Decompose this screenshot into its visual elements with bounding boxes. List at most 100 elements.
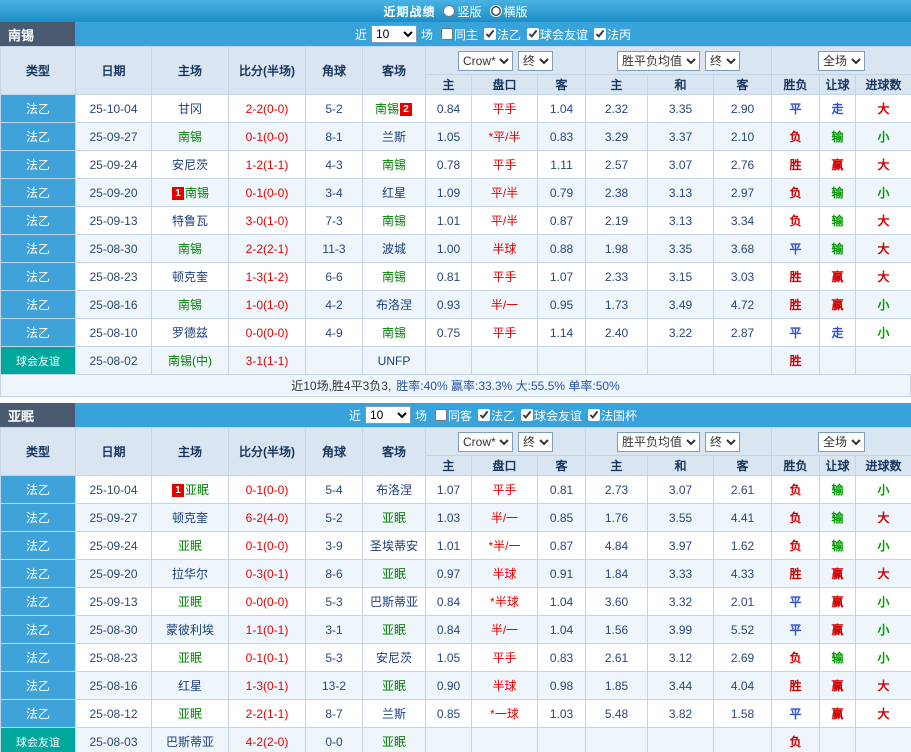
checkbox-input[interactable]	[527, 28, 540, 40]
handicap-line: 平手	[471, 150, 538, 179]
checkbox-input[interactable]	[434, 409, 447, 421]
goals-result: 大	[855, 94, 911, 123]
avg-odds-select[interactable]: 胜平负均值	[617, 431, 701, 452]
match-type: 法乙	[0, 122, 76, 151]
away-team-cell: 兰斯	[362, 122, 426, 151]
handicap-result: 输	[819, 475, 857, 504]
goals-result: 小	[855, 615, 911, 644]
col-corners: 角球	[305, 46, 363, 95]
away-team-cell: 南锡	[362, 318, 426, 347]
sub-col-goals-result: 进球数	[855, 455, 911, 476]
match-score: 1-2(1-1)	[228, 150, 306, 179]
home-team-cell: 亚眠	[151, 587, 229, 616]
checkbox-input[interactable]	[521, 409, 534, 421]
scope-group-header: 全场	[771, 427, 911, 456]
match-count-select[interactable]: 10	[370, 25, 417, 43]
filter-checkbox-2[interactable]: 球会友谊	[523, 26, 588, 43]
filter-checkbox-1[interactable]: 法乙	[480, 26, 521, 43]
checkbox-input[interactable]	[478, 409, 490, 421]
odds-source-select[interactable]: Crow*	[458, 431, 514, 452]
vertical-layout-radio[interactable]	[443, 5, 456, 17]
match-type: 球会友谊	[0, 727, 76, 752]
avg-odds-value: 3.44	[647, 671, 715, 700]
team-label: 兰斯	[381, 707, 406, 721]
filter-checkbox-3[interactable]: 法国杯	[584, 407, 637, 424]
odds-value: 1.09	[425, 178, 472, 207]
filter-checkbox-1[interactable]: 法乙	[474, 407, 515, 424]
handicap-result: 赢	[819, 671, 857, 700]
col-corners: 角球	[305, 427, 363, 476]
filter-checkbox-3[interactable]: 法丙	[590, 26, 631, 43]
match-count-select[interactable]: 10	[364, 406, 411, 424]
odds-value: 0.93	[425, 290, 472, 319]
avg-odds-select[interactable]: 胜平负均值	[617, 50, 701, 71]
avg-odds-value: 3.60	[585, 587, 649, 616]
avg-odds-value: 3.29	[585, 122, 649, 151]
handicap-result	[819, 346, 857, 375]
home-team-cell: 南锡	[151, 122, 229, 151]
away-team-cell: 亚眠	[362, 615, 426, 644]
checkbox-input[interactable]	[588, 409, 601, 421]
match-date: 25-09-27	[75, 122, 152, 151]
col-type: 类型	[0, 427, 76, 476]
final-avg-select[interactable]: 终	[705, 431, 741, 452]
scope-select[interactable]: 全场	[818, 431, 866, 452]
checkbox-input[interactable]	[594, 28, 607, 40]
checkbox-input[interactable]	[440, 28, 453, 40]
handicap-line: 平手	[471, 318, 538, 347]
match-type: 法乙	[0, 559, 76, 588]
layout-option-horizontal[interactable]: 横版	[489, 3, 528, 20]
team-label: 南锡	[374, 102, 399, 116]
match-type: 法乙	[0, 262, 76, 291]
match-date: 25-09-24	[75, 531, 152, 560]
win-draw-loss: 平	[771, 234, 821, 263]
scope-select[interactable]: 全场	[818, 50, 866, 71]
final-odds-select[interactable]: 终	[518, 431, 554, 452]
home-team-cell: 罗德兹	[151, 318, 229, 347]
team-section-bar: 南锡 近 10 场 同主 法乙 球会友谊 法丙	[0, 22, 911, 46]
odds-value: 1.07	[536, 262, 587, 291]
avg-odds-value: 1.73	[585, 290, 649, 319]
filter-checkboxes: 同主 法乙 球会友谊 法丙	[437, 26, 631, 43]
final-avg-select[interactable]: 终	[705, 50, 741, 71]
layout-option-vertical[interactable]: 竖版	[443, 3, 482, 20]
handicap-line: 半球	[471, 559, 538, 588]
filter-checkbox-2[interactable]: 球会友谊	[517, 407, 582, 424]
match-row: 球会友谊 25-08-02 南锡(中) 3-1(1-1) UNFP 胜	[0, 346, 911, 375]
odds-value	[536, 346, 587, 375]
avg-odds-value: 3.03	[713, 262, 773, 291]
win-draw-loss: 平	[771, 699, 821, 728]
horizontal-layout-radio[interactable]	[489, 5, 502, 17]
sub-col-goals-result: 进球数	[855, 74, 911, 95]
odds-source-select[interactable]: Crow*	[458, 50, 514, 71]
home-team-cell: 亚眠	[151, 699, 229, 728]
filter-checkbox-0[interactable]: 同主	[437, 26, 478, 43]
match-date: 25-08-23	[75, 643, 152, 672]
match-date: 25-09-20	[75, 178, 152, 207]
win-draw-loss: 负	[771, 643, 821, 672]
filter-checkbox-0[interactable]: 同客	[431, 407, 472, 424]
checkbox-input[interactable]	[484, 28, 496, 40]
away-team-cell: UNFP	[362, 346, 426, 375]
odds-value	[536, 727, 587, 752]
match-score: 1-3(1-2)	[228, 262, 306, 291]
filter-checkbox-label: 同主	[453, 27, 478, 42]
handicap-result: 走	[819, 94, 857, 123]
recent-results-page: 近期战绩 竖版 横版 南锡 近 10 场 同主 法乙 球会友谊 法丙 类型 日期…	[0, 0, 911, 752]
odds-value: 1.00	[425, 234, 472, 263]
match-type: 法乙	[0, 150, 76, 179]
near-label: 近	[348, 408, 361, 423]
final-odds-select[interactable]: 终	[518, 50, 554, 71]
home-team-cell: 安尼茨	[151, 150, 229, 179]
sub-col-home-odds: 主	[425, 455, 472, 476]
handicap-line: 平手	[471, 475, 538, 504]
team-name: 亚眠	[0, 403, 75, 427]
filter-bar: 近 10 场 同主 法乙 球会友谊 法丙	[75, 22, 911, 46]
match-score: 2-2(2-1)	[228, 234, 306, 263]
avg-group-header: 胜平负均值 终	[585, 46, 773, 75]
odds-value: 1.01	[425, 206, 472, 235]
avg-odds-value: 4.41	[713, 503, 773, 532]
avg-odds-value: 2.01	[713, 587, 773, 616]
win-draw-loss: 平	[771, 615, 821, 644]
handicap-result: 赢	[819, 615, 857, 644]
